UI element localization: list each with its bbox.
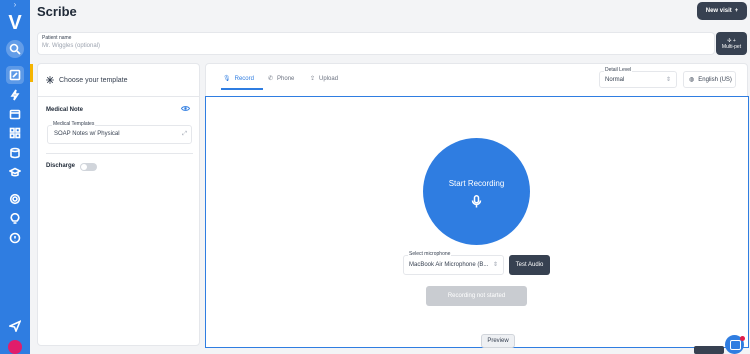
detail-level-select[interactable]: Detail Level Normal ⇕: [599, 67, 677, 88]
microphone-icon: [471, 195, 482, 208]
new-visit-button[interactable]: New visit +: [697, 2, 747, 20]
recording-status: Recording not started: [426, 286, 527, 306]
tab-phone-label: Phone: [277, 75, 295, 82]
edit-icon[interactable]: [6, 66, 24, 84]
upload-icon: ⇪: [310, 76, 316, 82]
microphone-select[interactable]: Select microphone MacBook Air Microphone…: [403, 251, 504, 275]
select-arrows-icon: ⇕: [665, 77, 671, 83]
calendar-icon[interactable]: [6, 105, 24, 123]
bolt-icon[interactable]: [6, 86, 24, 104]
recorder-tabs: 🎙 Record ✆ Phone ⇪ Upload Detail Level N…: [206, 64, 747, 96]
tab-upload[interactable]: ⇪ Upload: [310, 75, 339, 83]
microphone-label: Select microphone: [408, 251, 452, 257]
eye-icon[interactable]: [181, 105, 190, 112]
tab-phone[interactable]: ✆ Phone: [268, 75, 295, 83]
notification-dot: [740, 336, 745, 341]
language-value: English (US): [698, 76, 732, 83]
lightbulb-icon[interactable]: [6, 210, 24, 228]
medical-templates-label: Medical Templates: [52, 121, 96, 127]
preview-button[interactable]: Preview: [481, 334, 515, 348]
plus-icon: +: [734, 8, 739, 14]
start-recording-button[interactable]: Start Recording: [423, 138, 530, 245]
active-indicator: [30, 64, 33, 82]
tab-record-label: Record: [234, 75, 254, 82]
detail-level-label: Detail Level: [604, 67, 633, 73]
divider: [46, 153, 193, 154]
search-icon[interactable]: [6, 40, 24, 58]
grid-icon[interactable]: [6, 124, 24, 142]
medical-note-heading: Medical Note: [46, 107, 84, 113]
template-panel: Choose your template Medical Note Medica…: [37, 63, 200, 346]
medical-templates-value: SOAP Notes w/ Physical: [54, 131, 120, 137]
start-recording-label: Start Recording: [448, 179, 505, 188]
page-title: Scribe: [37, 4, 77, 19]
patient-name-placeholder: Mr. Wiggles (optional): [42, 43, 101, 49]
microphone-value: MacBook Air Microphone (B...: [409, 262, 489, 268]
collapse-chevron-icon[interactable]: ›: [0, 0, 30, 10]
avatar[interactable]: [8, 340, 22, 354]
active-tab-underline: [221, 88, 263, 90]
tab-record[interactable]: 🎙 Record: [223, 75, 254, 83]
sparkle-icon: [46, 76, 54, 84]
language-button[interactable]: ◍ English (US): [683, 71, 736, 88]
phone-icon: ✆: [268, 76, 274, 82]
graduation-cap-icon[interactable]: [6, 163, 24, 181]
select-arrows-icon: ⇕: [492, 262, 498, 268]
discharge-heading: Discharge: [46, 163, 76, 169]
mic-icon: 🎙: [223, 76, 231, 82]
gear-icon[interactable]: [6, 190, 24, 208]
detail-level-value: Normal: [605, 77, 625, 83]
app-logo: V: [8, 12, 22, 34]
patient-name-label: Patient name: [42, 35, 72, 41]
medical-templates-select[interactable]: Medical Templates SOAP Notes w/ Physical…: [47, 121, 192, 144]
multi-pet-label: Multi-pet: [721, 43, 742, 50]
help-icon[interactable]: [6, 229, 24, 247]
template-panel-title: Choose your template: [59, 76, 128, 84]
corner-chip: [694, 346, 724, 354]
expand-icon[interactable]: ⤢: [182, 131, 187, 138]
send-icon[interactable]: [6, 317, 24, 335]
globe-icon: ◍: [689, 77, 695, 83]
discharge-toggle[interactable]: [80, 163, 97, 171]
tab-upload-label: Upload: [319, 75, 339, 82]
recording-area: Start Recording Select microphone MacBoo…: [205, 96, 749, 348]
patient-name-field[interactable]: Patient name Mr. Wiggles (optional): [37, 32, 715, 55]
new-visit-label: New visit: [705, 8, 732, 14]
database-icon[interactable]: [6, 144, 24, 162]
toggle-knob: [81, 164, 87, 170]
template-panel-header: Choose your template: [38, 64, 199, 97]
sidebar: › V: [0, 0, 30, 354]
test-audio-button[interactable]: Test Audio: [509, 255, 550, 275]
recorder-panel: 🎙 Record ✆ Phone ⇪ Upload Detail Level N…: [205, 63, 749, 348]
multi-pet-button[interactable]: ✣ + Multi-pet: [716, 32, 747, 55]
